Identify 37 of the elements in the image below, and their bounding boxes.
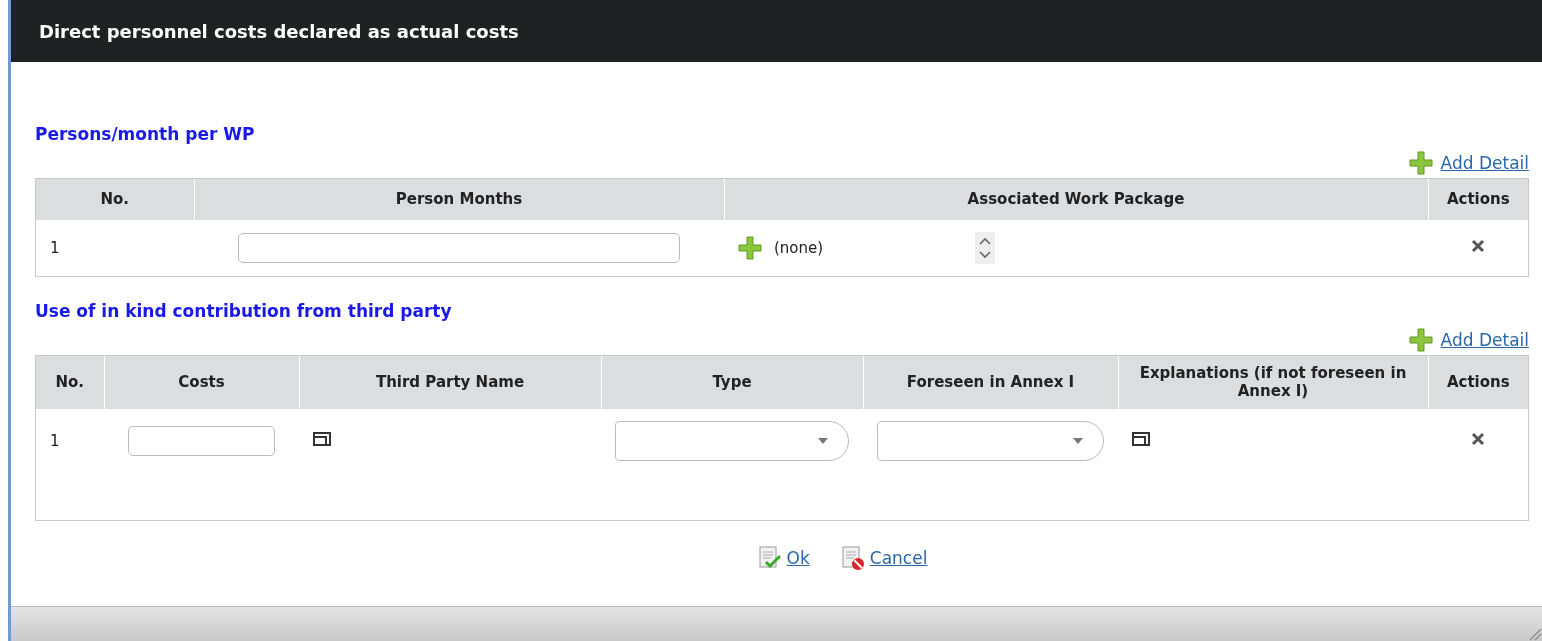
section-heading: Use of in kind contribution from third party xyxy=(35,301,452,321)
plus-icon[interactable] xyxy=(1408,328,1433,352)
column-header: No. xyxy=(36,356,104,409)
column-header: Type xyxy=(601,356,863,409)
column-header: Explanations (if not foreseen in Annex I) xyxy=(1118,356,1428,409)
column-header: Person Months xyxy=(194,179,724,220)
column-header: No. xyxy=(36,179,194,220)
column-header: Costs xyxy=(104,356,299,409)
delete-icon[interactable] xyxy=(1471,239,1485,253)
window-icon[interactable] xyxy=(313,432,331,446)
caret-icon xyxy=(818,438,828,444)
document-stop-icon xyxy=(839,545,866,571)
column-header: Third Party Name xyxy=(299,356,601,409)
plus-icon[interactable] xyxy=(738,236,762,260)
row-number: 1 xyxy=(50,239,60,257)
dropdown[interactable] xyxy=(615,421,849,461)
plus-icon[interactable] xyxy=(1408,151,1433,175)
add-detail-link[interactable]: Add Detail xyxy=(1440,153,1529,173)
column-header: Associated Work Package xyxy=(724,179,1428,220)
input-field[interactable] xyxy=(128,426,275,456)
add-detail-link[interactable]: Add Detail xyxy=(1440,330,1529,350)
cancel-link[interactable]: Cancel xyxy=(869,548,928,568)
input-field[interactable] xyxy=(238,233,680,263)
column-header: Actions xyxy=(1428,179,1528,220)
column-header: Actions xyxy=(1428,356,1528,409)
delete-icon[interactable] xyxy=(1471,432,1485,446)
work-package-value: (none) xyxy=(774,239,824,257)
caret-icon xyxy=(1073,438,1083,444)
document-check-icon xyxy=(756,545,783,571)
row-number: 1 xyxy=(50,432,60,450)
spinner-icon[interactable] xyxy=(975,232,996,264)
dialog-title: Direct personnel costs declared as actual costs xyxy=(39,20,519,42)
ok-link[interactable]: Ok xyxy=(786,548,810,568)
window-icon[interactable] xyxy=(1132,432,1150,446)
dropdown[interactable] xyxy=(877,421,1104,461)
section-heading: Persons/month per WP xyxy=(35,124,255,144)
column-header: Foreseen in Annex I xyxy=(863,356,1118,409)
